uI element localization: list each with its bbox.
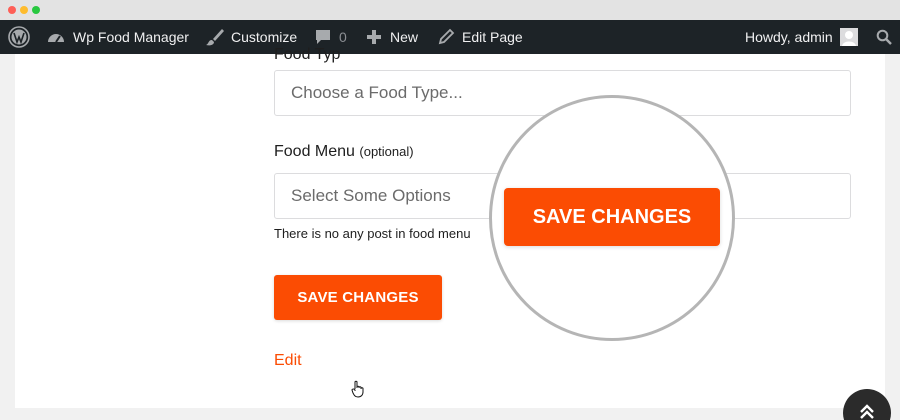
new-label: New — [390, 29, 419, 45]
new-content-menu[interactable]: New — [366, 20, 418, 54]
dashboard-icon — [48, 34, 64, 43]
pencil-icon — [438, 28, 455, 45]
customize-label: Customize — [231, 29, 298, 45]
comments-count: 0 — [339, 29, 347, 45]
search-button[interactable] — [876, 20, 892, 54]
minimize-window-button[interactable] — [20, 6, 28, 14]
zoomed-save-changes-button: SAVE CHANGES — [504, 188, 720, 246]
wp-admin-bar: Wp Food Manager Customize 0 New Edit Pag… — [0, 20, 900, 54]
site-name-label: Wp Food Manager — [73, 29, 189, 45]
food-type-label: Food Typ — [274, 46, 341, 63]
page-content: Food Typ Choose a Food Type... Food Menu… — [15, 46, 885, 408]
close-window-button[interactable] — [8, 6, 16, 14]
edit-page-menu[interactable]: Edit Page — [437, 20, 523, 54]
search-icon — [876, 29, 892, 45]
double-chevron-up-icon — [860, 404, 874, 419]
hand-cursor-icon — [351, 380, 364, 398]
wordpress-icon — [8, 26, 30, 48]
avatar — [839, 28, 858, 46]
my-account-menu[interactable]: Howdy, admin — [745, 20, 858, 54]
save-changes-button[interactable]: SAVE CHANGES — [274, 275, 442, 320]
browser-window: Wp Food Manager Customize 0 New Edit Pag… — [0, 0, 900, 420]
food-menu-help-text: There is no any post in food menu — [274, 226, 471, 241]
paintbrush-icon — [206, 29, 224, 46]
food-menu-label-text: Food Menu — [274, 143, 355, 160]
zoom-magnifier: SAVE CHANGES — [489, 95, 735, 341]
maximize-window-button[interactable] — [32, 6, 40, 14]
comment-icon — [316, 30, 330, 44]
edit-link[interactable]: Edit — [274, 352, 302, 370]
window-titlebar — [0, 0, 900, 20]
site-name-menu[interactable]: Wp Food Manager — [46, 20, 189, 54]
optional-tag: (optional) — [359, 144, 414, 159]
plus-icon — [367, 30, 381, 44]
edit-page-label: Edit Page — [462, 29, 523, 45]
greeting-label: Howdy, admin — [745, 29, 833, 45]
wordpress-logo-button[interactable] — [8, 20, 30, 54]
food-menu-label: Food Menu (optional) — [274, 143, 414, 161]
